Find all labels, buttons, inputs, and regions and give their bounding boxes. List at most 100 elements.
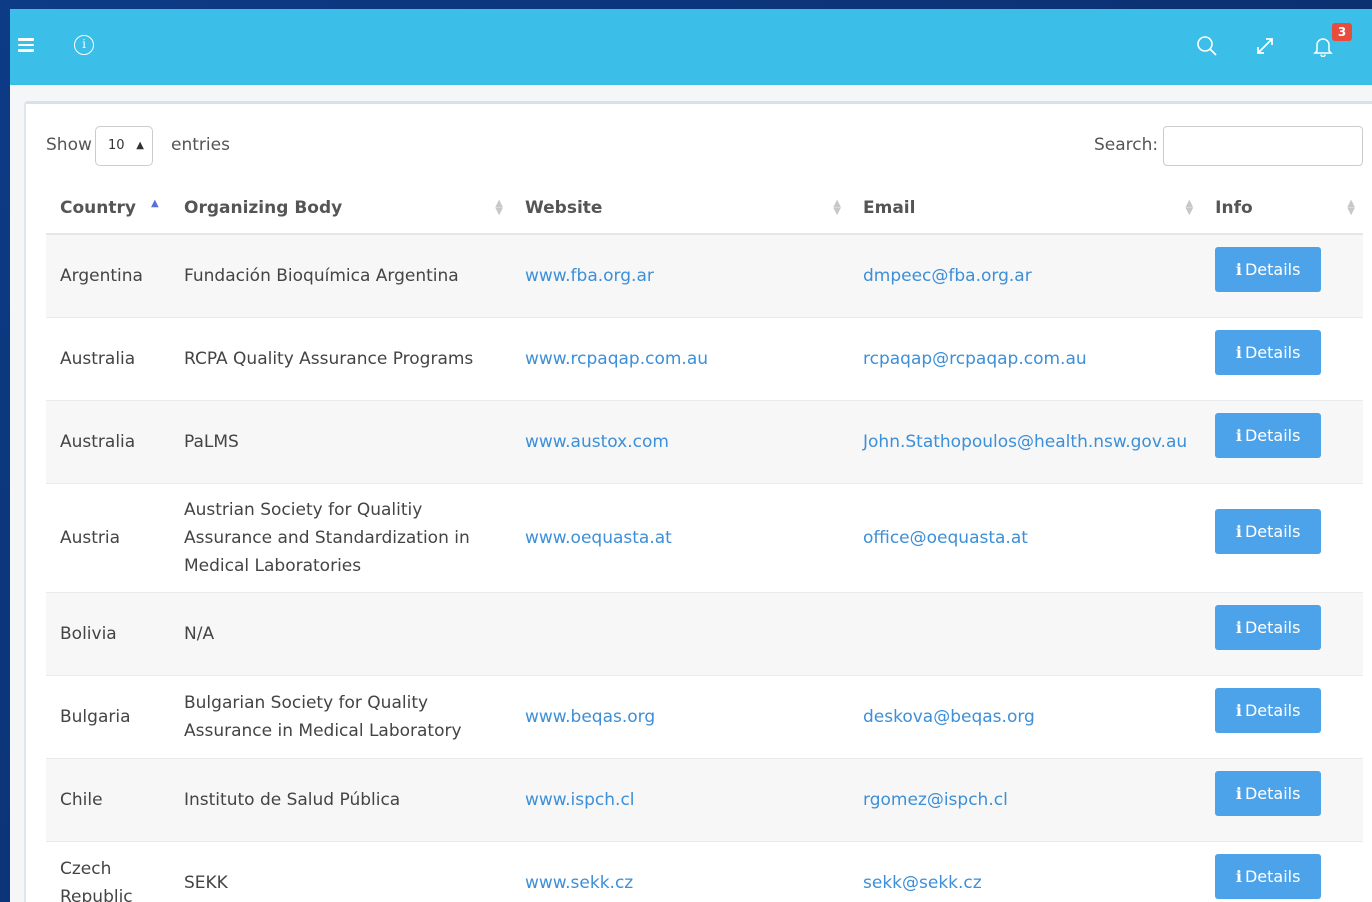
details-button[interactable]: i Details bbox=[1215, 330, 1322, 375]
details-label: Details bbox=[1244, 618, 1301, 637]
details-button[interactable]: i Details bbox=[1215, 509, 1322, 554]
sort-icon: ▲ ▼ bbox=[833, 198, 841, 217]
column-header-country[interactable]: Country ▲ bbox=[46, 182, 170, 235]
cell-country: Australia bbox=[46, 317, 170, 401]
details-label: Details bbox=[1244, 260, 1301, 280]
table-header-row: Country ▲ Organizing Body ▲ ▼ Website ▲ ▼ Ema… bbox=[46, 182, 1363, 235]
column-header-info[interactable]: Info ▲ ▼ bbox=[1201, 182, 1363, 235]
entries-value: 10 bbox=[108, 138, 125, 153]
cell-organizing-body: Austrian Society for Qualitiy Assurance … bbox=[170, 483, 511, 593]
details-button[interactable]: i Details bbox=[1215, 413, 1322, 458]
search-icon[interactable] bbox=[1196, 35, 1218, 61]
cell-info: i Details bbox=[1201, 400, 1363, 484]
cell-country: Bulgaria bbox=[46, 675, 170, 759]
cell-info: i Details bbox=[1201, 483, 1363, 593]
entries-select[interactable]: 10 ▲ bbox=[95, 126, 153, 166]
info-i-icon: i bbox=[1235, 867, 1242, 886]
column-header-website[interactable]: Website ▲ ▼ bbox=[511, 182, 849, 235]
table-row: Bolivia N/A i Details bbox=[46, 592, 1363, 676]
sort-icon: ▲ ▼ bbox=[1347, 198, 1355, 217]
details-button[interactable]: i Details bbox=[1215, 247, 1322, 293]
cell-email bbox=[849, 592, 1202, 676]
email-link[interactable]: John.Stathopoulos@health.nsw.gov.au bbox=[863, 432, 1187, 452]
details-label: Details bbox=[1244, 867, 1301, 886]
cell-email: deskova@beqas.org bbox=[849, 675, 1202, 759]
email-link[interactable]: office@oequasta.at bbox=[863, 528, 1028, 548]
cell-website: www.oequasta.at bbox=[511, 483, 849, 593]
info-i-icon: i bbox=[1235, 701, 1242, 720]
bell-icon[interactable] bbox=[1312, 35, 1334, 61]
details-label: Details bbox=[1244, 701, 1301, 720]
table-controls: Show 10 ▲ entries Search: bbox=[46, 126, 1372, 166]
cell-website: www.beqas.org bbox=[511, 675, 849, 759]
sort-icon: ▲ ▼ bbox=[495, 198, 503, 217]
cell-email: office@oequasta.at bbox=[849, 483, 1202, 593]
cell-info: i Details bbox=[1201, 675, 1363, 759]
cell-organizing-body: PaLMS bbox=[170, 400, 511, 484]
info-icon[interactable]: i bbox=[74, 35, 94, 55]
cell-website: www.rcpaqap.com.au bbox=[511, 317, 849, 401]
column-header-email[interactable]: Email ▲ ▼ bbox=[849, 182, 1202, 235]
cell-info: i Details bbox=[1201, 317, 1363, 401]
cell-website bbox=[511, 592, 849, 676]
expand-icon[interactable] bbox=[1254, 35, 1276, 61]
details-label: Details bbox=[1244, 522, 1301, 541]
details-button[interactable]: i Details bbox=[1215, 688, 1322, 733]
email-link[interactable]: dmpeec@fba.org.ar bbox=[863, 266, 1032, 286]
table-row: Czech Republic SEKK www.sekk.cz sekk@sekk.c… bbox=[46, 841, 1363, 902]
search-label: Search: bbox=[1094, 135, 1159, 155]
details-button[interactable]: i Details bbox=[1215, 771, 1322, 816]
table-panel: Show 10 ▲ entries Search: Country ▲ Organ… bbox=[24, 101, 1372, 902]
entries-label: entries bbox=[171, 135, 230, 155]
info-i-icon: i bbox=[1235, 784, 1242, 803]
cell-info: i Details bbox=[1201, 758, 1363, 842]
email-link[interactable]: rgomez@ispch.cl bbox=[863, 790, 1008, 810]
email-link[interactable]: deskova@beqas.org bbox=[863, 707, 1035, 727]
website-link[interactable]: www.fba.org.ar bbox=[525, 266, 654, 286]
cell-website: www.austox.com bbox=[511, 400, 849, 484]
cell-website: www.sekk.cz bbox=[511, 841, 849, 902]
info-i-icon: i bbox=[1235, 618, 1242, 637]
website-link[interactable]: www.sekk.cz bbox=[525, 873, 633, 893]
cell-organizing-body: Bulgarian Society for Quality Assurance … bbox=[170, 675, 511, 759]
sort-icon: ▲ ▼ bbox=[1185, 198, 1194, 217]
table-row: Australia PaLMS www.austox.com John.Stathop… bbox=[46, 400, 1363, 484]
cell-country: Czech Republic bbox=[46, 841, 170, 902]
menu-icon[interactable] bbox=[18, 35, 38, 55]
table-row: Argentina Fundación Bioquímica Argentina w… bbox=[46, 234, 1363, 318]
cell-email: rgomez@ispch.cl bbox=[849, 758, 1202, 842]
website-link[interactable]: www.ispch.cl bbox=[525, 790, 635, 810]
cell-organizing-body: Instituto de Salud Pública bbox=[170, 758, 511, 842]
entries-table: Country ▲ Organizing Body ▲ ▼ Website ▲ ▼ Ema… bbox=[46, 182, 1363, 902]
cell-organizing-body: Fundación Bioquímica Argentina bbox=[170, 234, 511, 318]
info-i-icon: i bbox=[1235, 343, 1242, 362]
info-i-icon: i bbox=[1235, 522, 1242, 541]
email-link[interactable]: rcpaqap@rcpaqap.com.au bbox=[863, 349, 1087, 369]
cell-country: Chile bbox=[46, 758, 170, 842]
details-button[interactable]: i Details bbox=[1215, 605, 1322, 650]
website-link[interactable]: www.beqas.org bbox=[525, 707, 655, 727]
cell-email: rcpaqap@rcpaqap.com.au bbox=[849, 317, 1202, 401]
table-body: Argentina Fundación Bioquímica Argentina w… bbox=[46, 234, 1363, 902]
notification-badge: 3 bbox=[1332, 23, 1352, 41]
website-link[interactable]: www.oequasta.at bbox=[525, 528, 672, 548]
search-input[interactable] bbox=[1163, 126, 1363, 166]
cell-email: dmpeec@fba.org.ar bbox=[849, 234, 1202, 318]
cell-country: Bolivia bbox=[46, 592, 170, 676]
cell-country: Australia bbox=[46, 400, 170, 484]
show-label: Show bbox=[46, 135, 92, 155]
cell-organizing-body: RCPA Quality Assurance Programs bbox=[170, 317, 511, 401]
table-row: Bulgaria Bulgarian Society for Quality As… bbox=[46, 675, 1363, 759]
content-area: Show 10 ▲ entries Search: Country ▲ Organ… bbox=[10, 85, 1372, 902]
details-button[interactable]: i Details bbox=[1215, 854, 1322, 899]
details-label: Details bbox=[1244, 784, 1301, 803]
table-row: Austria Austrian Society for Qualitiy Ass… bbox=[46, 483, 1363, 593]
info-i-icon: i bbox=[1235, 260, 1242, 280]
sort-ascending-icon: ▲ bbox=[151, 198, 159, 209]
email-link[interactable]: sekk@sekk.cz bbox=[863, 873, 982, 893]
website-link[interactable]: www.austox.com bbox=[525, 432, 669, 452]
cell-website: www.fba.org.ar bbox=[511, 234, 849, 318]
column-header-organizing-body[interactable]: Organizing Body ▲ ▼ bbox=[170, 182, 511, 235]
cell-info: i Details bbox=[1201, 234, 1363, 318]
website-link[interactable]: www.rcpaqap.com.au bbox=[525, 349, 708, 369]
